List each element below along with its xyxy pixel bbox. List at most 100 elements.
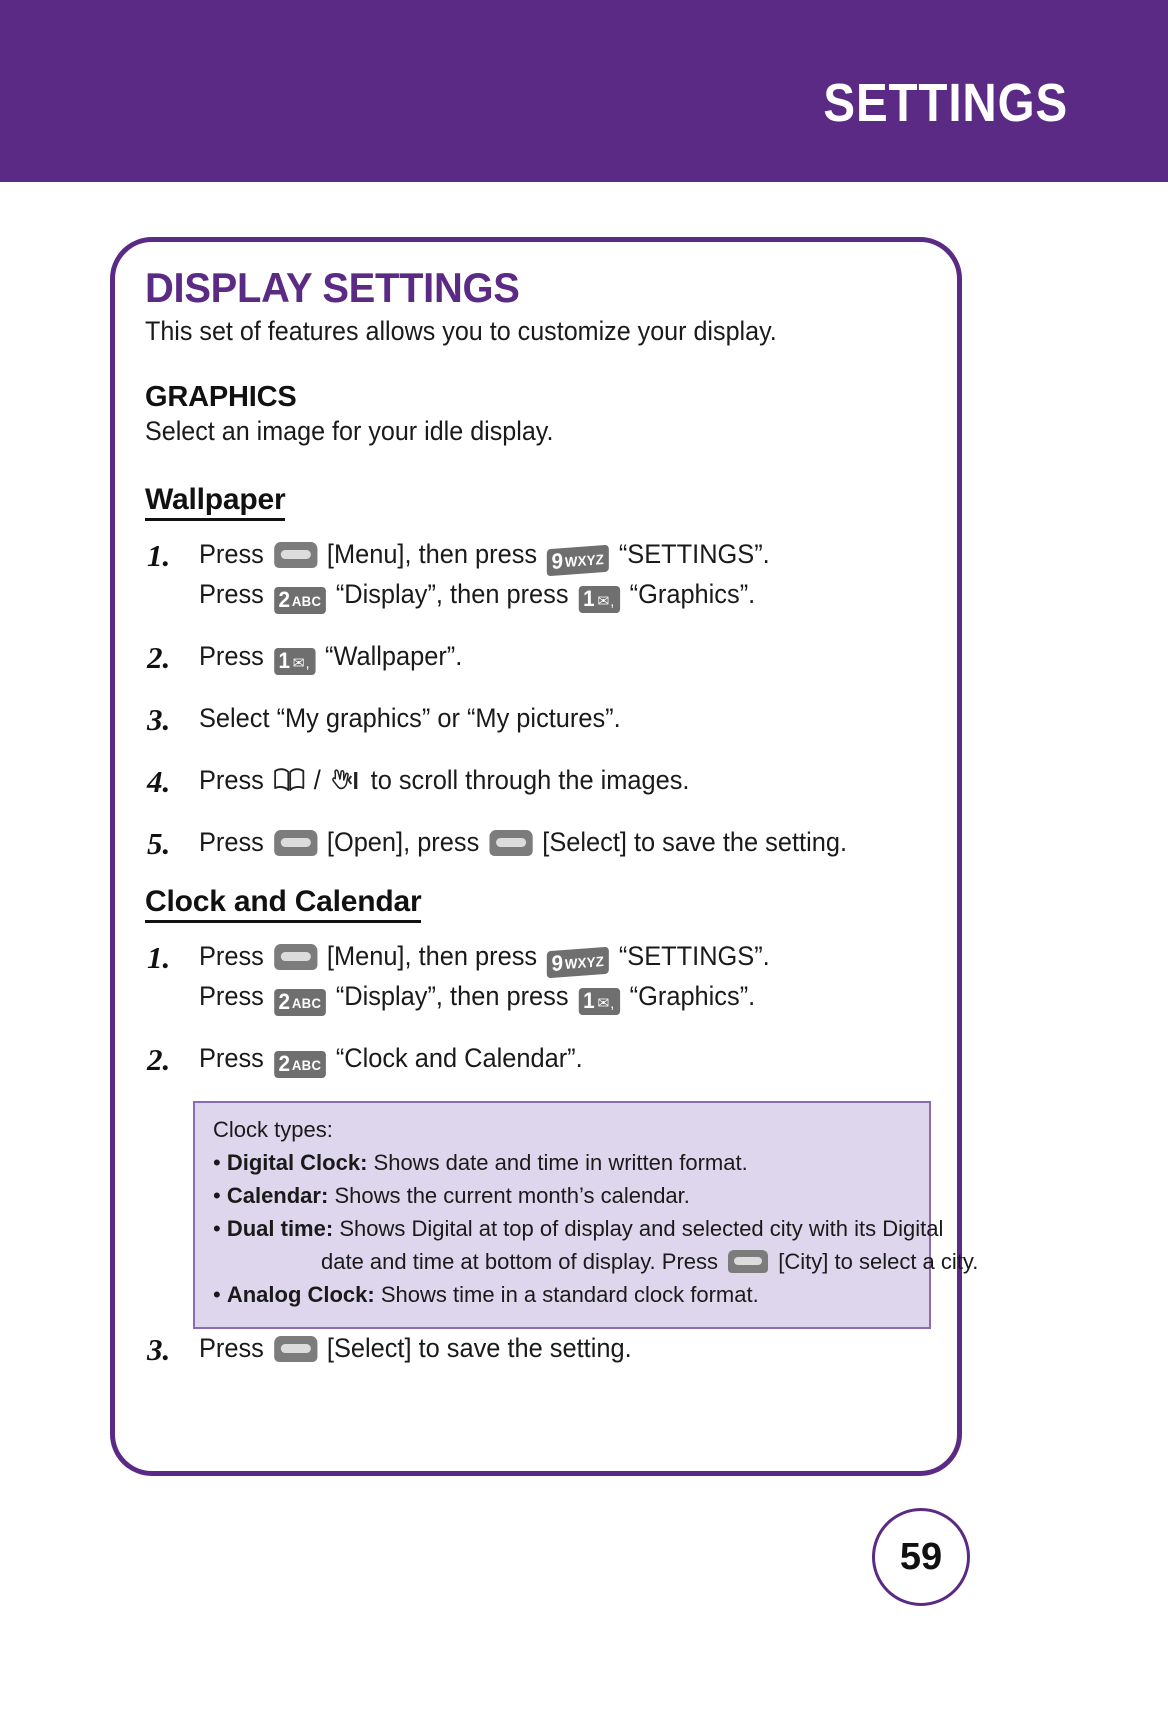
list-item: • Dual time: Shows Digital at top of dis… bbox=[213, 1212, 978, 1278]
step-number: 2. bbox=[147, 1041, 171, 1077]
step-text: Press bbox=[199, 539, 264, 569]
clock-type-desc: Shows the current month’s calendar. bbox=[334, 1182, 690, 1208]
page-header-title: SETTINGS bbox=[823, 73, 1068, 133]
step-text: “SETTINGS”. bbox=[618, 539, 770, 569]
subsection-heading-wallpaper: Wallpaper bbox=[145, 483, 286, 521]
clock-type-term: Dual time: bbox=[226, 1215, 334, 1241]
hand-scroll-icon bbox=[330, 765, 362, 791]
bullet-icon: • bbox=[213, 1281, 221, 1307]
key-comma: , bbox=[305, 654, 310, 672]
envelope-icon: ✉ bbox=[292, 654, 305, 672]
key-digit: 9 bbox=[551, 548, 564, 574]
list-item: 5. Press [Open], press [Select] to save … bbox=[145, 823, 933, 863]
clock-type-desc: Shows Digital at top of display and sele… bbox=[339, 1215, 944, 1241]
step-text: “Graphics”. bbox=[629, 578, 756, 609]
list-item: • Digital Clock: Shows date and time in … bbox=[213, 1146, 913, 1179]
step-text: Press bbox=[199, 826, 264, 857]
step-number: 3. bbox=[147, 1331, 171, 1367]
step-text: Press bbox=[199, 1332, 264, 1363]
step-line: Select “My graphics” or “My pictures”. bbox=[199, 699, 889, 739]
list-item: 1. Press [Menu], then press 9 WXYZ “SETTI… bbox=[145, 535, 933, 615]
key-digit: 1 bbox=[278, 647, 290, 673]
step-number: 2. bbox=[147, 639, 171, 675]
open-book-icon bbox=[273, 765, 305, 791]
step-text: to scroll through the images. bbox=[370, 764, 690, 795]
softkey-icon bbox=[273, 829, 318, 856]
list-item: 2. Press 1 ✉, “Wallpaper”. bbox=[145, 637, 933, 677]
step-text: Press bbox=[199, 1042, 264, 1073]
step-line: Press / to scroll through the images. bbox=[199, 761, 889, 801]
step-line: Press 2 ABC “Display”, then press 1 ✉, “Gr… bbox=[199, 575, 889, 615]
step-number: 1. bbox=[147, 538, 171, 573]
softkey-icon bbox=[273, 943, 318, 970]
key-9-wxyz-icon: 9 WXYZ bbox=[546, 544, 609, 577]
clock-steps-list-final: 3. Press [Select] to save the setting. bbox=[145, 1329, 933, 1369]
step-separator: / bbox=[313, 764, 321, 795]
wallpaper-steps-list: 1. Press [Menu], then press 9 WXYZ “SETTI… bbox=[145, 535, 933, 863]
step-line: Press [Menu], then press 9 WXYZ “SETTINGS… bbox=[199, 937, 889, 979]
list-item: 3. Press [Select] to save the setting. bbox=[145, 1329, 933, 1369]
clock-type-desc: Shows date and time in written format. bbox=[373, 1149, 748, 1175]
key-comma: , bbox=[610, 592, 615, 610]
clock-type-desc-continued: date and time at bottom of display. Pres… bbox=[213, 1245, 978, 1278]
section-heading-graphics: GRAPHICS bbox=[145, 381, 297, 413]
subsection-heading-clock-and-calendar: Clock and Calendar bbox=[145, 885, 422, 923]
step-text: “Graphics”. bbox=[629, 980, 756, 1011]
step-text: “Clock and Calendar”. bbox=[335, 1042, 583, 1073]
page-number-badge: 59 bbox=[872, 1508, 970, 1606]
list-item: 3. Select “My graphics” or “My pictures”… bbox=[145, 699, 933, 739]
softkey-icon bbox=[273, 1335, 318, 1362]
clock-type-desc: Shows time in a standard clock format. bbox=[380, 1281, 759, 1307]
key-2-abc-icon: 2 ABC bbox=[273, 988, 326, 1016]
step-number: 4. bbox=[147, 763, 171, 799]
note-box-title: Clock types: bbox=[213, 1116, 333, 1142]
step-text: “Wallpaper”. bbox=[325, 640, 463, 671]
list-item: 2. Press 2 ABC “Clock and Calendar”. bbox=[145, 1039, 933, 1079]
clock-steps-list: 1. Press [Menu], then press 9 WXYZ “SETTI… bbox=[145, 937, 933, 1079]
key-letters: WXYZ bbox=[565, 952, 605, 972]
key-letters: ABC bbox=[291, 1056, 322, 1073]
step-line: Press [Select] to save the setting. bbox=[199, 1329, 889, 1369]
step-number: 5. bbox=[147, 825, 171, 861]
page-number: 59 bbox=[899, 1535, 943, 1578]
step-line: Press [Menu], then press 9 WXYZ “SETTINGS… bbox=[199, 535, 889, 577]
envelope-icon: ✉ bbox=[597, 592, 610, 610]
bullet-icon: • bbox=[213, 1182, 221, 1208]
step-text: “Display”, then press bbox=[335, 980, 569, 1011]
intro-paragraph: This set of features allows you to custo… bbox=[145, 316, 777, 346]
list-item: 4. Press / to scroll through the images. bbox=[145, 761, 933, 801]
list-item: • Analog Clock: Shows time in a standard… bbox=[213, 1278, 913, 1311]
page-header-band: SETTINGS bbox=[0, 0, 1168, 182]
step-text: [Menu], then press bbox=[326, 940, 538, 971]
list-item: • Calendar: Shows the current month’s ca… bbox=[213, 1179, 913, 1212]
key-2-abc-icon: 2 ABC bbox=[273, 586, 326, 614]
bullet-icon: • bbox=[213, 1215, 221, 1241]
key-1-icon: 1 ✉, bbox=[578, 585, 620, 613]
step-text: [Select] to save the setting. bbox=[326, 1332, 632, 1363]
subsection-heading-clock-wrap: Clock and Calendar bbox=[145, 885, 933, 929]
key-comma: , bbox=[610, 994, 615, 1012]
step-number: 3. bbox=[147, 701, 171, 737]
content-card-body: DISPLAY SETTINGS This set of features al… bbox=[145, 264, 978, 1461]
section-subtext-graphics: Select an image for your idle display. bbox=[145, 416, 554, 446]
step-line: Press 2 ABC “Clock and Calendar”. bbox=[199, 1039, 889, 1079]
clock-type-term: Calendar: bbox=[226, 1182, 329, 1208]
step-line: Press [Open], press [Select] to save the… bbox=[199, 823, 889, 863]
key-1-icon: 1 ✉, bbox=[578, 987, 620, 1015]
softkey-icon bbox=[728, 1249, 769, 1273]
step-text: Press bbox=[199, 640, 264, 671]
key-letters: ABC bbox=[291, 592, 322, 609]
clock-type-term: Analog Clock: bbox=[226, 1281, 375, 1307]
key-2-abc-icon: 2 ABC bbox=[273, 1050, 326, 1078]
bullet-icon: • bbox=[213, 1149, 221, 1175]
clock-type-term: Digital Clock: bbox=[226, 1149, 368, 1175]
step-line: Press 2 ABC “Display”, then press 1 ✉, “Gr… bbox=[199, 977, 889, 1017]
clock-types-note-box: Clock types: • Digital Clock: Shows date… bbox=[193, 1100, 978, 1329]
key-letters: WXYZ bbox=[565, 551, 605, 570]
key-letters: ABC bbox=[291, 994, 322, 1011]
softkey-icon bbox=[273, 542, 318, 568]
softkey-icon bbox=[489, 829, 533, 856]
step-text: “Display”, then press bbox=[335, 578, 569, 609]
content-card: DISPLAY SETTINGS This set of features al… bbox=[110, 237, 978, 1476]
step-text: Select “My graphics” or “My pictures”. bbox=[199, 702, 621, 733]
